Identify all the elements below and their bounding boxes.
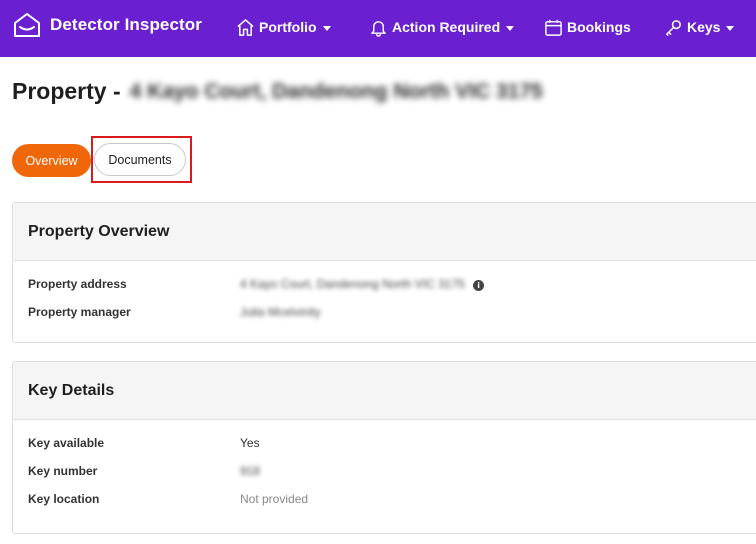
nav-portfolio-label: Portfolio: [259, 19, 317, 35]
home-icon: [237, 18, 254, 36]
property-manager-label: Property manager: [28, 305, 131, 319]
nav-keys[interactable]: Keys: [664, 16, 735, 38]
key-location-value: Not provided: [240, 492, 309, 506]
chevron-down-icon: [322, 25, 331, 31]
property-address-value-wrap: 4 Kayo Court, Dandenong North VIC 3175 i: [240, 277, 485, 291]
key-location-label: Key location: [28, 492, 100, 506]
page-title-address: 4 Kayo Court, Dandenong North VIC 3175: [129, 79, 543, 103]
key-available-value: Yes: [240, 436, 260, 450]
documents-highlight-box: [91, 136, 192, 183]
nav-keys-label: Keys: [687, 19, 721, 35]
key-details-heading: Key Details: [13, 362, 756, 420]
property-manager-value: Julia Mcelvinity: [240, 305, 321, 319]
key-location-row: Key location Not provided: [13, 485, 756, 513]
property-overview-heading: Property Overview: [13, 203, 756, 261]
brand-name: Detector Inspector: [50, 15, 203, 34]
key-available-label: Key available: [28, 436, 105, 450]
calendar-icon: [545, 19, 562, 36]
key-number-row: Key number 918: [13, 457, 756, 485]
property-address-row: Property address 4 Kayo Court, Dandenong…: [13, 270, 756, 298]
key-available-row: Key available Yes: [13, 429, 756, 457]
key-number-label: Key number: [28, 464, 98, 478]
property-address-value: 4 Kayo Court, Dandenong North VIC 3175: [240, 277, 465, 291]
nav-bookings-label: Bookings: [567, 19, 631, 35]
nav-bookings[interactable]: Bookings: [544, 16, 631, 38]
nav-action-required[interactable]: Action Required: [369, 16, 515, 38]
bell-icon: [371, 20, 386, 37]
key-details-card: Key Details Key available Yes Key number…: [12, 361, 756, 534]
property-overview-card: Property Overview Property address 4 Kay…: [12, 202, 756, 343]
property-manager-row: Property manager Julia Mcelvinity: [13, 298, 756, 326]
brand-logo-icon: [14, 13, 40, 37]
property-address-label: Property address: [28, 277, 127, 291]
tab-overview[interactable]: Overview: [12, 144, 91, 177]
chevron-down-icon: [726, 25, 735, 31]
brand[interactable]: Detector Inspector: [12, 11, 202, 39]
info-icon[interactable]: i: [473, 280, 485, 291]
top-navbar: Detector Inspector Portfolio Action Requ…: [0, 0, 756, 57]
key-icon: [666, 19, 681, 36]
nav-portfolio[interactable]: Portfolio: [236, 16, 331, 38]
page-title-prefix: Property -: [12, 78, 121, 104]
page-title: Property - 4 Kayo Court, Dandenong North…: [12, 78, 543, 105]
nav-action-required-label: Action Required: [392, 19, 501, 35]
chevron-down-icon: [506, 25, 515, 31]
key-number-value: 918: [240, 464, 261, 478]
